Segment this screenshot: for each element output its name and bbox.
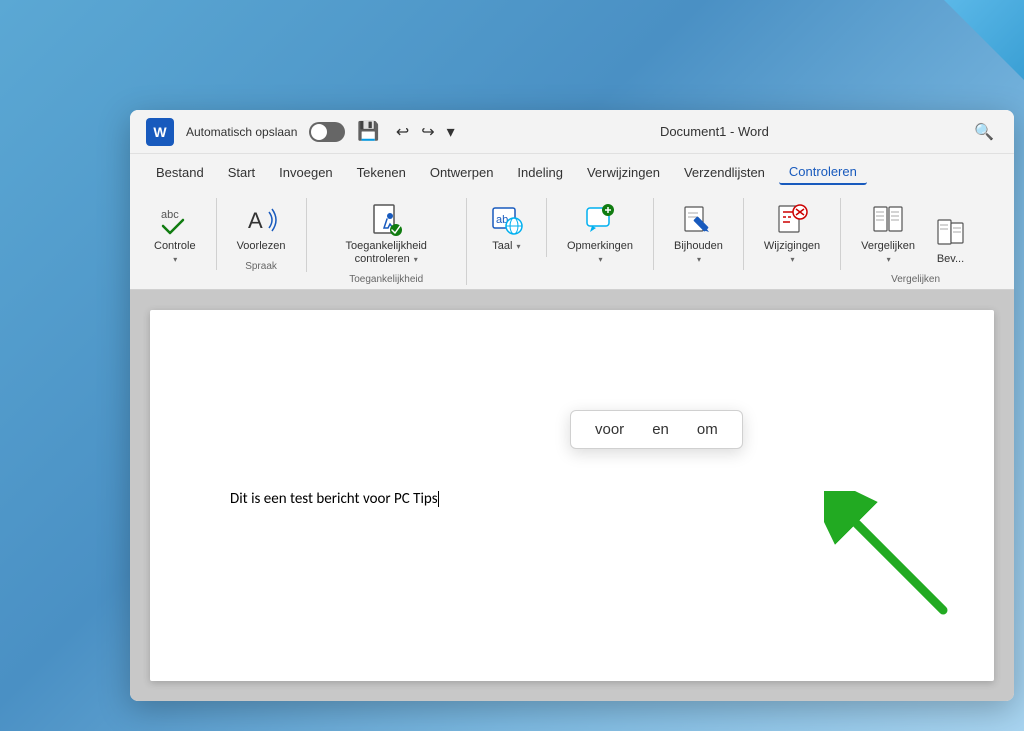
taal-chevron: ▾ — [517, 242, 521, 251]
btn-wijzigingen[interactable]: Wijzigingen ▾ — [756, 198, 828, 270]
menu-bestand[interactable]: Bestand — [146, 161, 214, 184]
ribbon-buttons-vergelijken: Vergelijken ▾ — [853, 198, 978, 270]
opmerkingen-chevron: ▾ — [598, 255, 602, 264]
btn-opmerkingen[interactable]: Opmerkingen ▾ — [559, 198, 641, 270]
bev-icon — [933, 215, 969, 251]
vergelijken-section-label: Vergelijken — [853, 274, 978, 285]
menu-invoegen[interactable]: Invoegen — [269, 161, 343, 184]
toolbar-icons: ↩ ↪ ▾ — [392, 120, 459, 144]
customize-button[interactable]: ▾ — [443, 120, 459, 144]
menu-verwijzingen[interactable]: Verwijzingen — [577, 161, 670, 184]
ribbon-buttons-wijzigingen: Wijzigingen ▾ — [756, 198, 828, 270]
toegankelijkheid-icon — [368, 202, 404, 238]
menu-start[interactable]: Start — [218, 161, 265, 184]
save-icon[interactable]: 💾 — [357, 121, 379, 142]
svg-text:abc: abc — [161, 209, 179, 221]
autosave-label: Automatisch opslaan — [186, 125, 297, 139]
btn-voorlezen[interactable]: A Voorlezen — [229, 198, 294, 257]
wijzigingen-chevron: ▾ — [791, 255, 795, 264]
voorlezen-icon: A — [243, 202, 279, 238]
wijzigingen-icon — [774, 202, 810, 238]
vergelijken-chevron: ▾ — [887, 255, 891, 264]
document-content-area: Dit is een test bericht voor PC Tips — [230, 490, 914, 508]
ribbon-section-bijhouden: Bijhouden ▾ — [666, 198, 744, 270]
ribbon-buttons-bijhouden: Bijhouden ▾ — [666, 198, 731, 270]
document-area: voor en om Dit is een test bericht voor … — [130, 290, 1014, 701]
ribbon-buttons-spraak: A Voorlezen — [229, 198, 294, 257]
ribbon-section-opmerkingen: Opmerkingen ▾ — [559, 198, 654, 270]
bev-label: Bev... — [937, 253, 964, 266]
svg-text:A: A — [248, 208, 263, 233]
btn-taal[interactable]: ab Taal ▾ — [479, 198, 534, 257]
btn-bijhouden[interactable]: Bijhouden ▾ — [666, 198, 731, 270]
ribbon-buttons-toegankelijkheid: Toegankelijkheid controleren ▾ — [319, 198, 454, 270]
menu-verzendlijsten[interactable]: Verzendlijsten — [674, 161, 775, 184]
bijhouden-chevron: ▾ — [697, 255, 701, 264]
autocomplete-option-om[interactable]: om — [689, 417, 726, 442]
toegankelijkheid-chevron: ▾ — [414, 255, 418, 264]
redo-button[interactable]: ↪ — [417, 120, 438, 144]
document-title: Document1 - Word — [471, 124, 958, 139]
ribbon-section-toegankelijkheid: Toegankelijkheid controleren ▾ Toegankel… — [319, 198, 467, 285]
menu-ontwerpen[interactable]: Ontwerpen — [420, 161, 504, 184]
ribbon-buttons-taal: ab Taal ▾ — [479, 198, 534, 257]
ribbon-buttons-controle: abc Controle ▾ — [146, 198, 204, 270]
menu-bar: Bestand Start Invoegen Tekenen Ontwerpen… — [130, 154, 1014, 190]
ribbon: abc Controle ▾ — [130, 190, 1014, 290]
ribbon-section-wijzigingen: Wijzigingen ▾ — [756, 198, 841, 270]
autocomplete-popup: voor en om — [570, 410, 743, 449]
document-text: Dit is een test bericht voor PC Tips — [230, 490, 438, 508]
ribbon-section-taal: ab Taal ▾ — [479, 198, 547, 257]
document-page[interactable]: voor en om Dit is een test bericht voor … — [150, 310, 994, 681]
spraak-label: Spraak — [229, 261, 294, 272]
autocomplete-option-voor[interactable]: voor — [587, 417, 632, 442]
vergelijken-label: Vergelijken ▾ — [861, 240, 915, 266]
toegankelijkheid-section-label: Toegankelijkheid — [319, 274, 454, 285]
undo-button[interactable]: ↩ — [392, 120, 413, 144]
bijhouden-label: Bijhouden ▾ — [674, 240, 723, 266]
ribbon-section-controle: abc Controle ▾ — [146, 198, 217, 270]
title-bar: W Automatisch opslaan 💾 ↩ ↪ ▾ Document1 … — [130, 110, 1014, 154]
controle-icon: abc — [157, 202, 193, 238]
menu-tekenen[interactable]: Tekenen — [347, 161, 416, 184]
controle-label: Controle ▾ — [154, 240, 196, 266]
wijzigingen-label: Wijzigingen ▾ — [764, 240, 820, 266]
ribbon-buttons-opmerkingen: Opmerkingen ▾ — [559, 198, 641, 270]
autocomplete-option-en[interactable]: en — [644, 417, 677, 442]
bijhouden-icon — [680, 202, 716, 238]
word-icon: W — [146, 118, 174, 146]
btn-toegankelijkheid[interactable]: Toegankelijkheid controleren ▾ — [319, 198, 454, 270]
menu-controleren[interactable]: Controleren — [779, 160, 867, 185]
btn-vergelijken[interactable]: Vergelijken ▾ — [853, 198, 923, 270]
btn-controle[interactable]: abc Controle ▾ — [146, 198, 204, 270]
corner-decoration — [944, 0, 1024, 80]
opmerkingen-icon — [582, 202, 618, 238]
word-window: W Automatisch opslaan 💾 ↩ ↪ ▾ Document1 … — [130, 110, 1014, 701]
taal-icon: ab — [488, 202, 524, 238]
opmerkingen-label: Opmerkingen ▾ — [567, 240, 633, 266]
controle-chevron: ▾ — [173, 255, 177, 264]
toegankelijkheid-label: Toegankelijkheid controleren ▾ — [327, 240, 446, 266]
voorlezen-label: Voorlezen — [237, 240, 286, 253]
ribbon-section-spraak: A Voorlezen Spraak — [229, 198, 307, 272]
vergelijken-icon — [870, 202, 906, 238]
autosave-toggle[interactable] — [309, 122, 345, 142]
btn-bev[interactable]: Bev... — [923, 211, 978, 270]
green-arrow — [824, 491, 954, 621]
menu-indeling[interactable]: Indeling — [507, 161, 573, 184]
taal-label: Taal ▾ — [492, 240, 520, 253]
ribbon-section-vergelijken: Vergelijken ▾ — [853, 198, 990, 285]
search-button[interactable]: 🔍 — [970, 118, 998, 146]
